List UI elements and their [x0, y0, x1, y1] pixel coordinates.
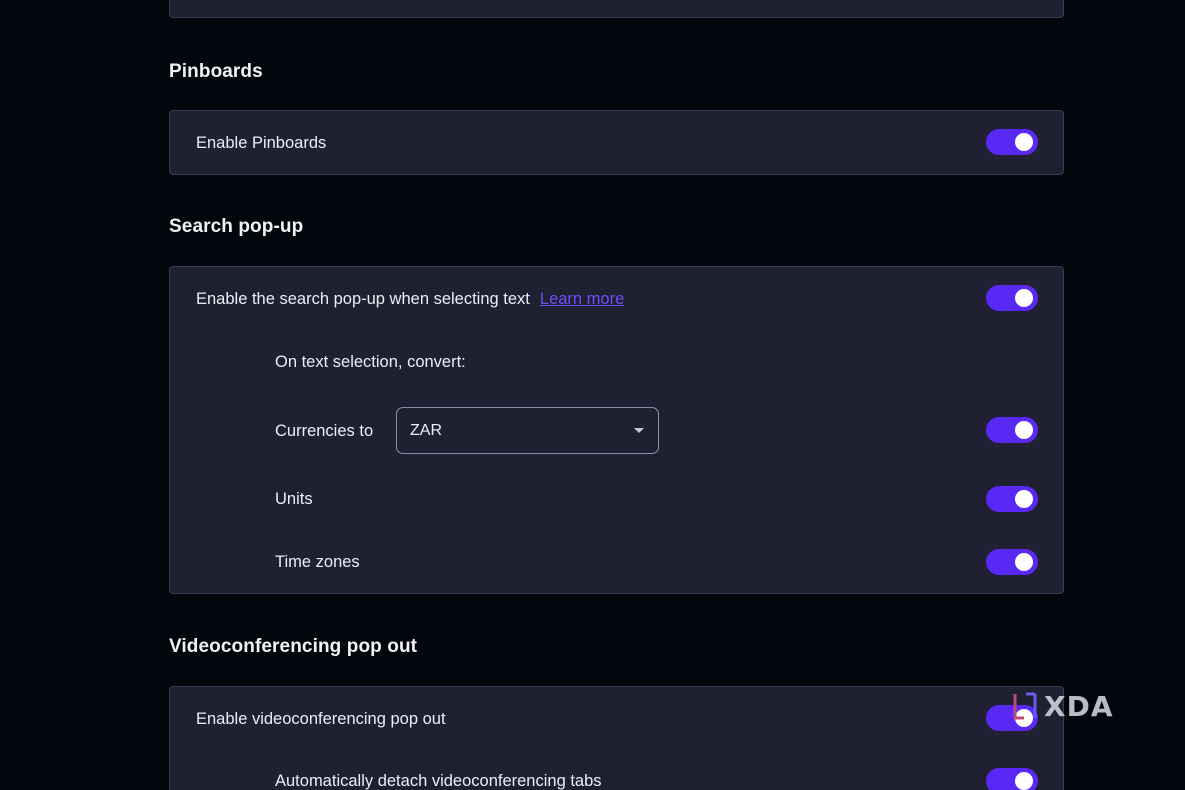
section-title-search-popup: Search pop-up: [169, 216, 304, 237]
caret-down-icon: [634, 428, 644, 433]
convert-heading: On text selection, convert:: [275, 353, 466, 371]
time-zones-label: Time zones: [275, 553, 360, 571]
auto-detach-toggle[interactable]: [986, 768, 1038, 790]
xda-watermark-text: XDA: [1044, 689, 1114, 723]
enable-pinboards-toggle[interactable]: [986, 129, 1038, 155]
toggle-knob: [1015, 490, 1033, 508]
settings-page: Pinboards Enable Pinboards Search pop-up…: [0, 0, 1185, 790]
toggle-knob: [1015, 133, 1033, 151]
enable-search-popup-row: Enable the search pop-up when selecting …: [196, 290, 624, 309]
units-label: Units: [275, 490, 313, 508]
currency-select-value: ZAR: [410, 422, 442, 439]
toggle-knob: [1015, 772, 1033, 790]
currencies-label: Currencies to: [275, 422, 374, 440]
previous-section-card: [169, 0, 1064, 18]
units-toggle[interactable]: [986, 486, 1038, 512]
time-zones-toggle[interactable]: [986, 549, 1038, 575]
enable-search-popup-label: Enable the search pop-up when selecting …: [196, 290, 530, 308]
enable-videoconferencing-label: Enable videoconferencing pop out: [196, 710, 446, 728]
learn-more-link[interactable]: Learn more: [540, 290, 624, 308]
enable-search-popup-toggle[interactable]: [986, 285, 1038, 311]
xda-watermark: XDA: [1012, 689, 1114, 723]
toggle-knob: [1015, 421, 1033, 439]
currencies-toggle[interactable]: [986, 417, 1038, 443]
auto-detach-label: Automatically detach videoconferencing t…: [275, 772, 602, 790]
currency-select[interactable]: ZAR: [396, 407, 659, 454]
xda-logo-icon: [1013, 692, 1037, 720]
toggle-knob: [1015, 553, 1033, 571]
toggle-knob: [1015, 289, 1033, 307]
enable-pinboards-label: Enable Pinboards: [196, 134, 327, 152]
section-title-videoconferencing: Videoconferencing pop out: [169, 636, 418, 657]
section-title-pinboards: Pinboards: [169, 61, 263, 82]
